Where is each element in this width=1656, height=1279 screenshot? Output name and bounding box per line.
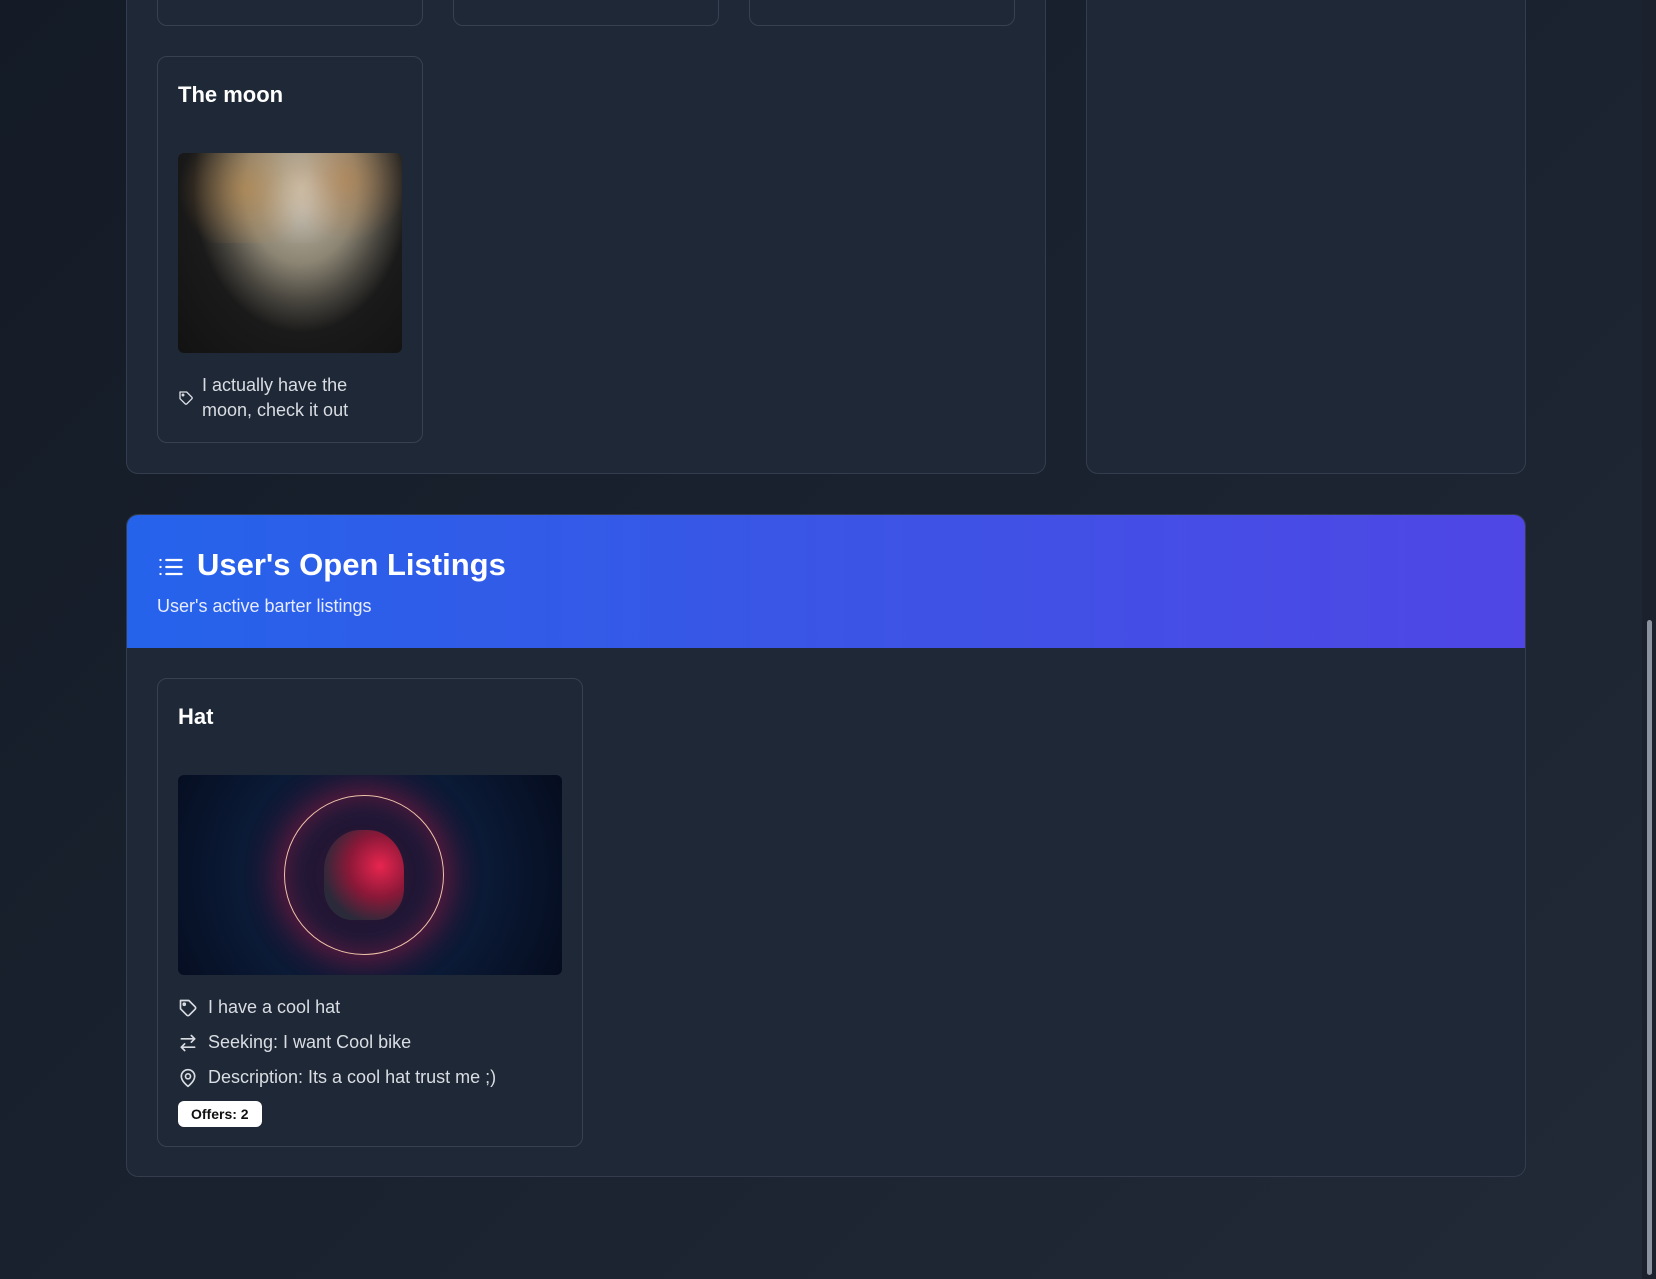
scrollbar[interactable] — [1642, 0, 1656, 1279]
listing-card[interactable]: Hat I have a cool hat Seeking: I want Co… — [157, 678, 583, 1147]
gallery-panel: The moon I actually have the moon, check… — [126, 0, 1046, 474]
moon-card[interactable]: The moon I actually have the moon, check… — [157, 56, 423, 443]
gallery-card-partial[interactable] — [453, 0, 719, 26]
tag-icon — [179, 999, 197, 1016]
moon-image — [178, 153, 402, 353]
moon-caption-row: I actually have the moon, check it out — [178, 373, 398, 423]
gallery-card-partial[interactable] — [749, 0, 1015, 26]
gallery-card-partial[interactable] — [157, 0, 423, 26]
listings-header: User's Open Listings User's active barte… — [127, 515, 1525, 648]
swap-arrows-icon — [180, 1034, 196, 1051]
map-pin-icon — [180, 1068, 196, 1087]
moon-caption: I actually have the moon, check it out — [202, 375, 349, 420]
listing-title: Hat — [178, 704, 214, 729]
card-title: The moon — [178, 82, 284, 107]
listing-image — [178, 775, 562, 975]
listing-tag-row: I have a cool hat — [178, 997, 340, 1018]
list-icon — [159, 558, 183, 576]
tag-icon — [179, 391, 193, 405]
listing-tag-text: I have a cool hat — [208, 997, 341, 1017]
section-subtitle: User's active barter listings — [157, 596, 372, 616]
listings-panel: User's Open Listings User's active barte… — [126, 514, 1526, 1177]
sidebar-panel — [1086, 0, 1526, 474]
listing-description-text: Description: Its a cool hat trust me ;) — [208, 1067, 497, 1087]
scrollbar-thumb[interactable] — [1647, 620, 1652, 1275]
listing-seeking-text: Seeking: I want Cool bike — [208, 1032, 412, 1052]
offers-badge[interactable]: Offers: 2 — [178, 1101, 262, 1127]
listing-description-row: Description: Its a cool hat trust me ;) — [178, 1067, 496, 1088]
listing-seeking-row: Seeking: I want Cool bike — [178, 1032, 411, 1053]
section-title: User's Open Listings — [197, 547, 506, 582]
